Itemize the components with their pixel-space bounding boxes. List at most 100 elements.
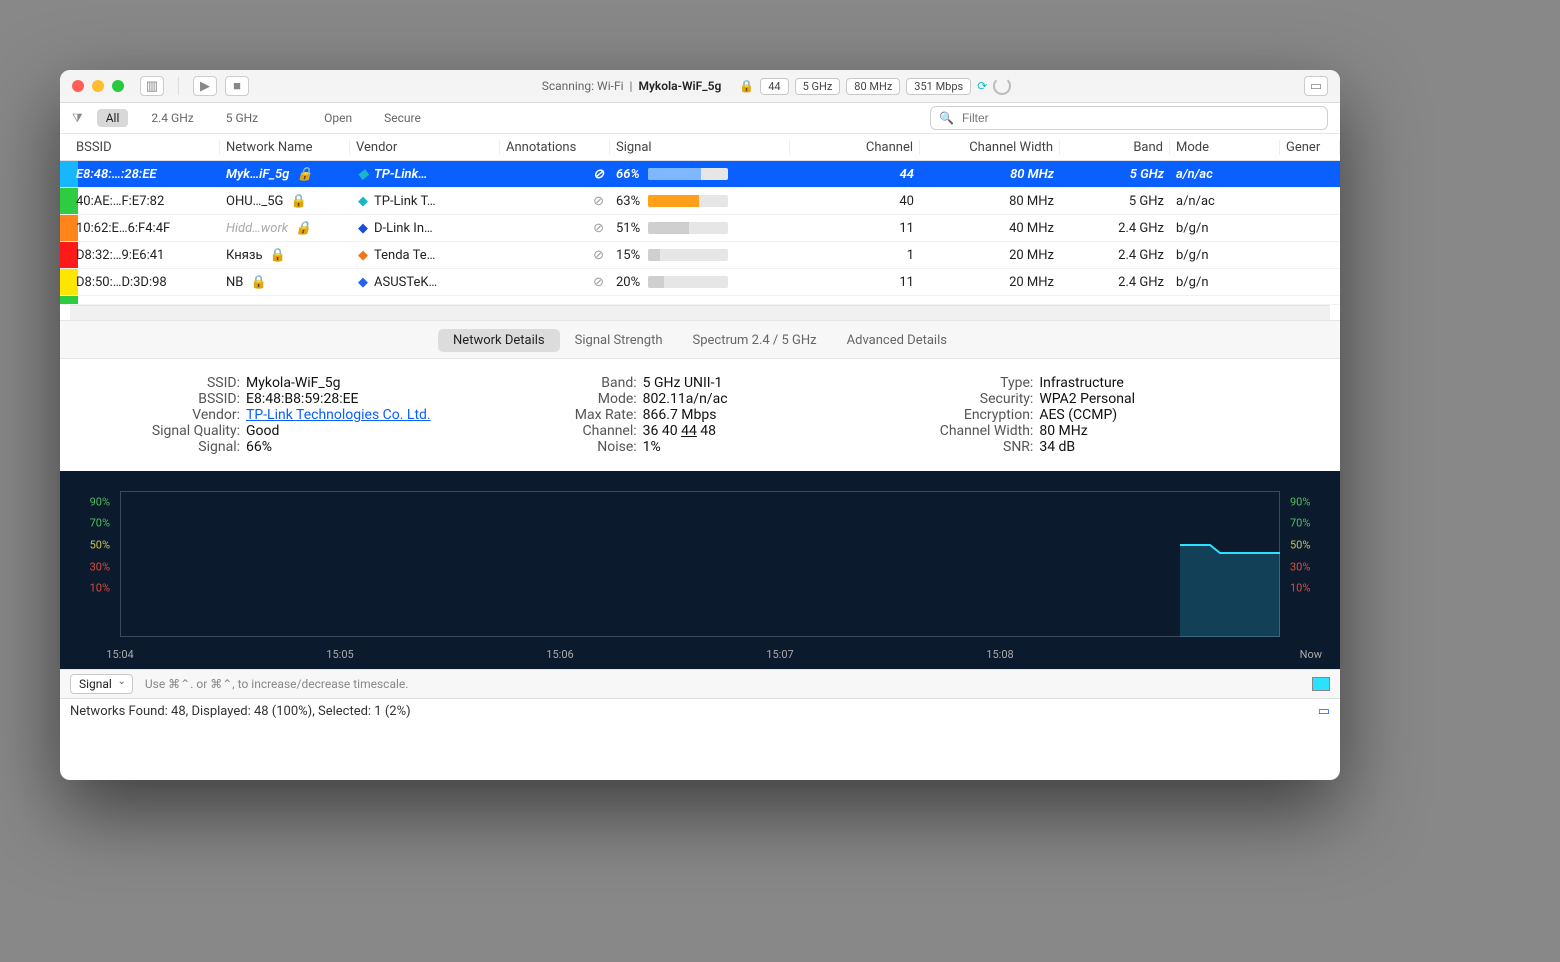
col-vendor[interactable]: Vendor [350, 140, 500, 155]
play-button[interactable]: ▶ [193, 76, 217, 96]
cell-name: NB 🔒 [220, 275, 350, 290]
detail-value[interactable]: TP-Link Technologies Co. Ltd. [246, 407, 431, 423]
chart-metric-select[interactable]: Signal [70, 674, 133, 694]
filter-icon[interactable]: ⧩ [72, 111, 83, 126]
network-details-panel: SSID: Mykola-WiF_5g BSSID: E8:48:B8:59:2… [60, 359, 1340, 471]
tab-advanced[interactable]: Advanced Details [832, 329, 962, 352]
cell-band: 2.4 GHz [1060, 221, 1170, 236]
close-window-button[interactable] [72, 80, 84, 92]
filter-open[interactable]: Open [315, 109, 361, 127]
col-width[interactable]: Channel Width [920, 140, 1060, 155]
detail-value: Mykola-WiF_5g [246, 375, 340, 391]
lock-icon: 🔒 [293, 167, 312, 182]
col-bssid[interactable]: BSSID [70, 140, 220, 155]
detail-row: Type: Infrastructure [913, 375, 1280, 391]
pill-width: 80 MHz [846, 78, 900, 95]
cell-mode: b/g/n [1170, 248, 1280, 263]
col-band[interactable]: Band [1060, 140, 1170, 155]
detail-label: Encryption: [913, 407, 1033, 423]
minimize-window-button[interactable] [92, 80, 104, 92]
search-input[interactable] [960, 110, 1319, 126]
detail-value: 34 dB [1039, 439, 1075, 455]
col-signal[interactable]: Signal [610, 140, 790, 155]
detail-row: Noise: 1% [517, 439, 884, 455]
cell-width: 20 MHz [920, 275, 1060, 290]
table-row[interactable]: D8:32:…9:E6:41 Князь 🔒 ◆Tenda Te… ⊘ 15% … [60, 242, 1340, 269]
col-gener[interactable]: Gener [1280, 140, 1340, 155]
detail-row: Mode: 802.11a/n/ac [517, 391, 884, 407]
cell-vendor: ◆TP-Link… [350, 167, 500, 182]
cell-band: 5 GHz [1060, 167, 1170, 182]
tab-spectrum[interactable]: Spectrum 2.4 / 5 GHz [678, 329, 832, 352]
detail-label: Mode: [517, 391, 637, 407]
filter-5ghz[interactable]: 5 GHz [217, 109, 267, 127]
horizontal-scrollbar[interactable] [70, 305, 1330, 320]
detail-tabs: Network Details Signal Strength Spectrum… [60, 320, 1340, 359]
current-network: Mykola-WiF_5g [638, 79, 721, 93]
series-color-chip[interactable] [1312, 677, 1330, 691]
col-mode[interactable]: Mode [1170, 140, 1280, 155]
detail-value: Good [246, 423, 279, 439]
detail-row: SSID: Mykola-WiF_5g [120, 375, 487, 391]
cell-vendor: ◆D-Link In… [350, 221, 500, 236]
detail-row: Signal Quality: Good [120, 423, 487, 439]
chart-ytick: 10% [1290, 582, 1322, 595]
detail-value: 866.7 Mbps [643, 407, 717, 423]
zoom-window-button[interactable] [112, 80, 124, 92]
cell-bssid: D8:32:…9:E6:41 [70, 248, 220, 263]
panel-toggle-button[interactable]: ▭ [1304, 76, 1328, 96]
chart-ytick: 70% [78, 517, 110, 530]
cell-name: OHU…_5G 🔒 [220, 194, 350, 209]
app-window: ▥ ▶ ■ Scanning: Wi-Fi | Mykola-WiF_5g 🔒 … [60, 70, 1340, 780]
detail-value: 66% [246, 439, 272, 455]
detail-label: Security: [913, 391, 1033, 407]
timescale-hint: Use ⌘⌃. or ⌘⌃, to increase/decrease time… [145, 677, 409, 691]
lock-icon: 🔒 [287, 194, 306, 209]
chart-series-signal [1180, 509, 1280, 637]
cell-signal: 51% [610, 221, 790, 236]
col-channel[interactable]: Channel [790, 140, 920, 155]
detail-label: Signal Quality: [120, 423, 240, 439]
filter-all[interactable]: All [97, 109, 129, 127]
cell-mode: b/g/n [1170, 275, 1280, 290]
tab-network-details[interactable]: Network Details [438, 329, 560, 352]
table-row[interactable]: 10:62:E…6:F4:4F Hidd…work 🔒 ◆D-Link In… … [60, 215, 1340, 242]
col-name[interactable]: Network Name [220, 140, 350, 155]
cell-width: 80 MHz [920, 167, 1060, 182]
table-row[interactable]: E8:48:…:28:EE Myk…iF_5g 🔒 ◆TP-Link… ⊘ 66… [60, 161, 1340, 188]
detail-row: SNR: 34 dB [913, 439, 1280, 455]
cell-annotations: ⊘ [500, 194, 610, 209]
traffic-lights [72, 80, 124, 92]
cell-signal: 66% [610, 167, 790, 182]
table-header: BSSID Network Name Vendor Annotations Si… [60, 134, 1340, 161]
table-row[interactable]: 40:AE:…F:E7:82 OHU…_5G 🔒 ◆TP-Link T… ⊘ 6… [60, 188, 1340, 215]
table-row[interactable]: D8:50:…D:3D:98 NB 🔒 ◆ASUSTeK… ⊘ 20% 11 2… [60, 269, 1340, 296]
filter-bar: ⧩ All 2.4 GHz 5 GHz Open Secure 🔍 [60, 103, 1340, 134]
chart-xtick: 15:06 [546, 648, 573, 661]
networks-table: BSSID Network Name Vendor Annotations Si… [60, 134, 1340, 320]
cell-width: 40 MHz [920, 221, 1060, 236]
sidebar-toggle-button[interactable]: ▥ [140, 76, 164, 96]
detail-value: 36 40 44 48 [643, 423, 716, 439]
lock-icon: 🔒 [292, 221, 311, 236]
scan-label: Scanning: Wi-Fi [542, 79, 624, 93]
search-field[interactable]: 🔍 [930, 106, 1328, 130]
col-annotations[interactable]: Annotations [500, 140, 610, 155]
chart-xtick: 15:05 [326, 648, 353, 661]
table-body: E8:48:…:28:EE Myk…iF_5g 🔒 ◆TP-Link… ⊘ 66… [60, 161, 1340, 305]
stop-button[interactable]: ■ [225, 76, 249, 96]
cell-bssid: D8:50:…D:3D:98 [70, 275, 220, 290]
cell-name: Князь 🔒 [220, 248, 350, 263]
detail-row: Max Rate: 866.7 Mbps [517, 407, 884, 423]
filter-secure[interactable]: Secure [375, 109, 430, 127]
cell-annotations: ⊘ [500, 167, 610, 182]
detail-value: E8:48:B8:59:28:EE [246, 391, 359, 407]
window-mode-icon[interactable]: ▭ [1318, 704, 1330, 719]
pill-channel: 44 [760, 78, 788, 95]
chart-xtick: 15:04 [106, 648, 133, 661]
detail-row: Vendor: TP-Link Technologies Co. Ltd. [120, 407, 487, 423]
lock-icon: 🔒 [267, 248, 286, 263]
chart-ytick: 30% [78, 560, 110, 573]
filter-24ghz[interactable]: 2.4 GHz [142, 109, 202, 127]
tab-signal-strength[interactable]: Signal Strength [560, 329, 678, 352]
